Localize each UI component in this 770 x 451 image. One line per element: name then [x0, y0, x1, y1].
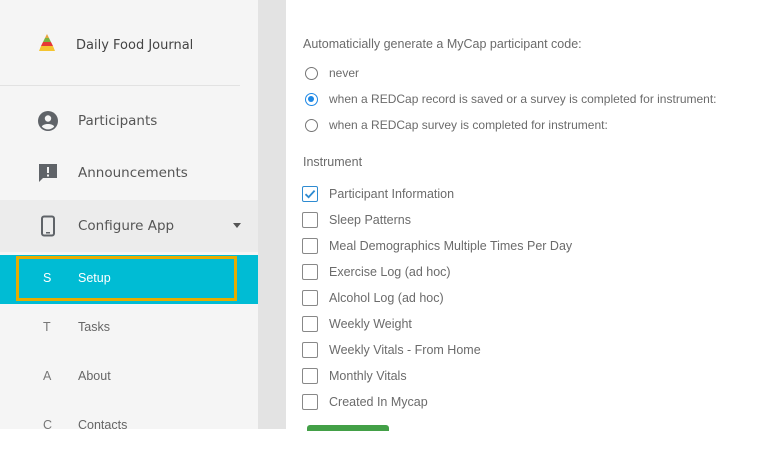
radio-label: when a REDCap record is saved or a surve… [329, 92, 717, 106]
sidebar-item-label: Participants [78, 113, 158, 129]
checkbox[interactable] [302, 212, 318, 228]
radio-button[interactable] [305, 119, 318, 132]
subitem-label: Tasks [78, 320, 110, 334]
checkbox-label: Meal Demographics Multiple Times Per Day [329, 239, 573, 253]
radio-option-never[interactable]: never [305, 64, 770, 86]
checkbox-label: Created In Mycap [329, 395, 428, 409]
divider [258, 0, 286, 429]
checkbox[interactable] [302, 316, 318, 332]
radio-option-record-saved[interactable]: when a REDCap record is saved or a surve… [305, 90, 770, 112]
phone-icon [41, 215, 55, 237]
sidebar-item-participants[interactable]: Participants [0, 95, 258, 147]
subitem-label: Contacts [78, 418, 128, 432]
checkbox-label: Alcohol Log (ad hoc) [329, 291, 444, 305]
subitem-label: Setup [78, 271, 111, 285]
instrument-checkbox-row[interactable]: Weekly Vitals - From Home [302, 341, 762, 363]
subitem-letter: C [43, 418, 53, 432]
chevron-down-icon[interactable] [233, 223, 241, 228]
app-header[interactable]: Daily Food Journal [0, 0, 240, 86]
checkbox[interactable] [302, 290, 318, 306]
instrument-checkbox-row[interactable]: Alcohol Log (ad hoc) [302, 289, 762, 311]
checkbox[interactable] [302, 342, 318, 358]
instrument-checkbox-row[interactable]: Weekly Weight [302, 315, 762, 337]
subitem-letter: S [43, 271, 52, 285]
sidebar-subitem-contacts[interactable]: C Contacts [0, 402, 258, 451]
sidebar-item-announcements[interactable]: Announcements [0, 147, 258, 199]
subitem-label: About [78, 369, 111, 383]
checkmark-icon [304, 189, 316, 199]
checkbox[interactable] [302, 186, 318, 202]
instrument-checkbox-row[interactable]: Participant Information [302, 185, 762, 207]
checkbox-label: Participant Information [329, 187, 455, 201]
participant-code-heading: Automaticially generate a MyCap particip… [303, 37, 582, 51]
instrument-checkbox-row[interactable]: Sleep Patterns [302, 211, 762, 233]
food-pyramid-icon [39, 34, 55, 51]
sidebar-item-label: Announcements [78, 165, 188, 181]
subitem-letter: T [43, 320, 51, 334]
instrument-checkbox-row[interactable]: Created In Mycap [302, 393, 762, 415]
instrument-checkbox-row[interactable]: Meal Demographics Multiple Times Per Day [302, 237, 762, 259]
setup-panel: Automaticially generate a MyCap particip… [286, 0, 770, 431]
instrument-heading: Instrument [303, 155, 363, 169]
checkbox[interactable] [302, 238, 318, 254]
radio-label: when a REDCap survey is completed for in… [329, 118, 608, 132]
checkbox-label: Weekly Vitals - From Home [329, 343, 481, 357]
radio-button[interactable] [305, 67, 318, 80]
instrument-checkbox-row[interactable]: Exercise Log (ad hoc) [302, 263, 762, 285]
radio-label: never [329, 66, 360, 80]
sidebar-subitem-tasks[interactable]: T Tasks [0, 304, 258, 353]
checkbox-label: Monthly Vitals [329, 369, 407, 383]
announcement-icon [39, 164, 57, 182]
save-button[interactable] [307, 425, 389, 431]
sidebar: Daily Food Journal Participants Announce… [0, 0, 258, 432]
sidebar-subitem-setup[interactable]: S Setup [0, 255, 258, 304]
checkbox[interactable] [302, 368, 318, 384]
checkbox-label: Sleep Patterns [329, 213, 411, 227]
app-title: Daily Food Journal [76, 38, 194, 53]
radio-button[interactable] [305, 93, 318, 106]
sidebar-subitem-about[interactable]: A About [0, 353, 258, 402]
checkbox-label: Weekly Weight [329, 317, 412, 331]
checkbox[interactable] [302, 264, 318, 280]
person-circle-icon [38, 111, 58, 131]
radio-option-survey-completed[interactable]: when a REDCap survey is completed for in… [305, 116, 770, 138]
checkbox[interactable] [302, 394, 318, 410]
sidebar-item-label: Configure App [78, 218, 175, 234]
subitem-letter: A [43, 369, 52, 383]
sidebar-item-configure-app[interactable]: Configure App [0, 200, 258, 252]
checkbox-label: Exercise Log (ad hoc) [329, 265, 451, 279]
instrument-checkbox-row[interactable]: Monthly Vitals [302, 367, 762, 389]
